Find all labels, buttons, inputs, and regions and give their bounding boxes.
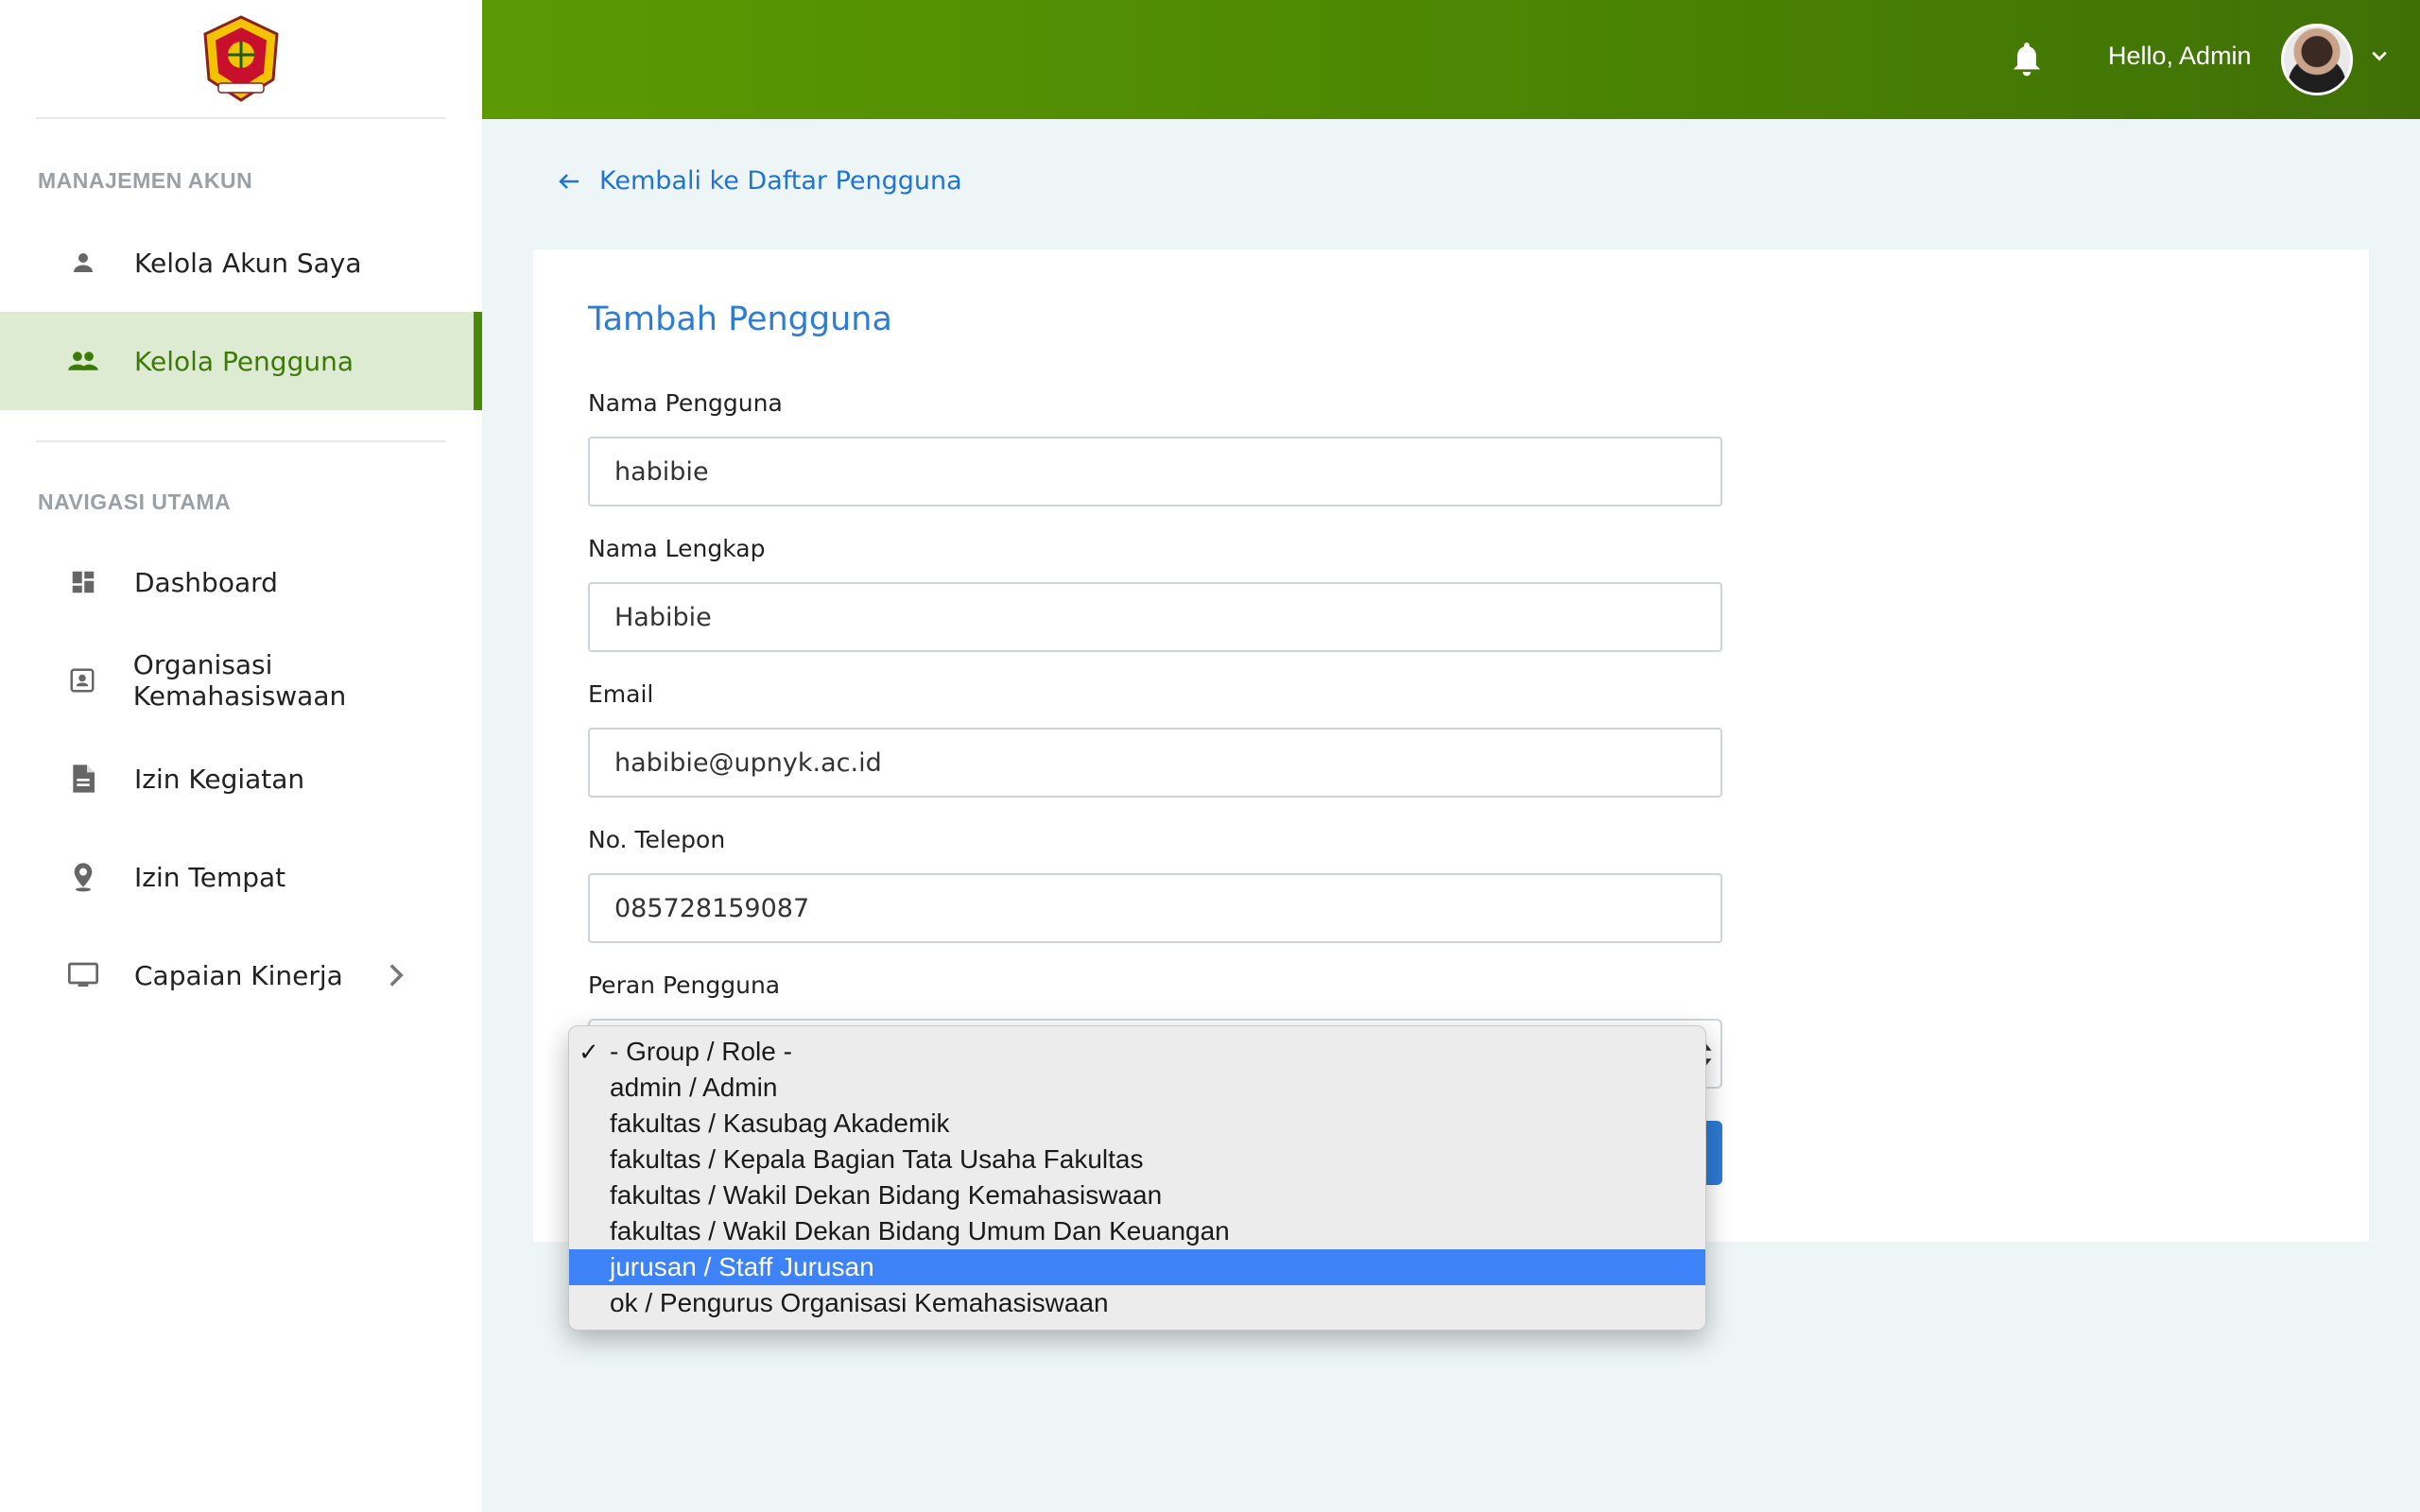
role-option[interactable]: ok / Pengurus Organisasi Kemahasiswaan (569, 1285, 1705, 1321)
role-option[interactable]: fakultas / Kasubag Akademik (569, 1106, 1705, 1142)
sidebar-item-activity-permit[interactable]: Izin Kegiatan (0, 730, 482, 828)
sidebar-item-label: Capaian Kinerja (134, 959, 343, 991)
role-option[interactable]: fakultas / Wakil Dekan Bidang Kemahasisw… (569, 1177, 1705, 1213)
contact-card-icon (66, 663, 99, 697)
bell-icon[interactable] (2011, 40, 2043, 77)
location-pin-icon (66, 860, 100, 894)
sidebar-item-label: Kelola Akun Saya (134, 247, 362, 279)
role-option-label: fakultas / Kepala Bagian Tata Usaha Faku… (610, 1144, 1144, 1174)
chevron-down-icon[interactable] (2371, 49, 2388, 62)
greeting-text: Hello, Admin (2108, 42, 2252, 70)
dashboard-icon (66, 565, 100, 599)
phone-label: No. Telepon (588, 826, 726, 853)
role-option[interactable]: ✓ - Group / Role - (569, 1034, 1705, 1070)
role-option[interactable]: fakultas / Kepala Bagian Tata Usaha Faku… (569, 1142, 1705, 1177)
role-option[interactable]: fakultas / Wakil Dekan Bidang Umum Dan K… (569, 1213, 1705, 1249)
checkmark-icon: ✓ (579, 1038, 599, 1066)
sidebar-item-label: Izin Tempat (134, 861, 286, 893)
role-label: Peran Pengguna (588, 971, 781, 999)
section-title-account: MANAJEMEN AKUN (38, 168, 253, 193)
role-option-label: fakultas / Wakil Dekan Bidang Kemahasisw… (610, 1180, 1163, 1210)
top-bar: Hello, Admin (482, 0, 2420, 119)
university-logo[interactable] (194, 13, 288, 104)
email-label: Email (588, 680, 654, 708)
avatar[interactable] (2281, 24, 2353, 95)
role-option-label: ok / Pengurus Organisasi Kemahasiswaan (610, 1288, 1109, 1317)
email-input[interactable] (588, 728, 1722, 798)
fullname-input[interactable] (588, 582, 1722, 652)
sidebar-item-manage-users[interactable]: Kelola Pengguna (0, 312, 482, 410)
username-label: Nama Pengguna (588, 389, 783, 417)
people-icon (66, 344, 100, 378)
phone-input[interactable] (588, 873, 1722, 943)
sidebar-divider (36, 440, 446, 442)
sidebar-item-label: Organisasi Kemahasiswaan (132, 649, 347, 712)
role-option-highlighted[interactable]: jurusan / Staff Jurusan (569, 1249, 1705, 1285)
logo-area (36, 0, 446, 119)
sidebar: MANAJEMEN AKUN Kelola Akun Saya Kelola P… (0, 0, 482, 1512)
back-to-user-list-link[interactable]: Kembali ke Daftar Pengguna (558, 166, 962, 196)
role-option-label: - Group / Role - (610, 1037, 792, 1066)
sidebar-item-label: Dashboard (134, 566, 278, 598)
section-title-navigation: NAVIGASI UTAMA (38, 490, 232, 514)
username-input[interactable] (588, 437, 1722, 507)
role-option-label: admin / Admin (610, 1073, 778, 1102)
sidebar-item-performance[interactable]: Capaian Kinerja (0, 926, 482, 1024)
role-option-label: jurusan / Staff Jurusan (610, 1252, 874, 1281)
fullname-label: Nama Lengkap (588, 535, 766, 562)
form-title: Tambah Pengguna (588, 301, 892, 338)
role-dropdown-list[interactable]: ✓ - Group / Role - admin / Admin fakulta… (568, 1025, 1706, 1331)
sidebar-item-place-permit[interactable]: Izin Tempat (0, 828, 482, 926)
role-option-label: fakultas / Kasubag Akademik (610, 1108, 950, 1138)
arrow-left-icon (559, 173, 579, 189)
monitor-icon (66, 958, 100, 992)
sidebar-item-dashboard[interactable]: Dashboard (0, 533, 482, 631)
sidebar-item-label: Kelola Pengguna (134, 345, 354, 377)
sidebar-item-student-org[interactable]: Organisasi Kemahasiswaan (0, 631, 482, 730)
document-icon (66, 762, 100, 796)
person-icon (66, 246, 100, 280)
chevron-right-icon[interactable] (388, 962, 405, 988)
role-option[interactable]: admin / Admin (569, 1070, 1705, 1106)
back-link-label: Kembali ke Daftar Pengguna (599, 166, 962, 196)
sidebar-item-my-account[interactable]: Kelola Akun Saya (0, 214, 482, 312)
sidebar-item-label: Izin Kegiatan (134, 763, 305, 795)
role-option-label: fakultas / Wakil Dekan Bidang Umum Dan K… (610, 1216, 1230, 1246)
